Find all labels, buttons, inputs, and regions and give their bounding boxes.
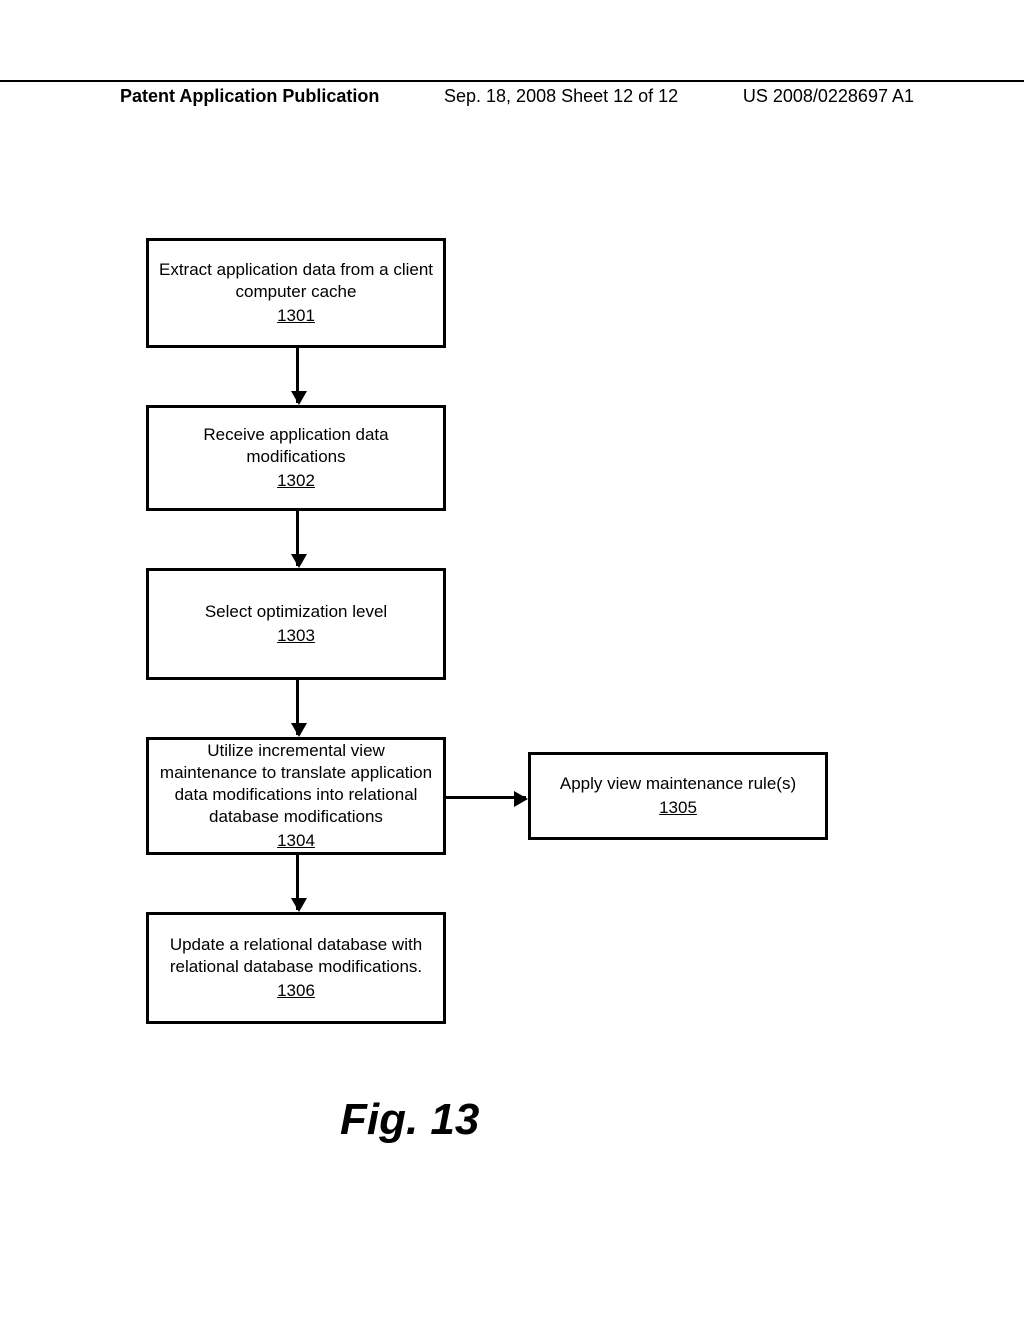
flow-box-text: Select optimization level xyxy=(205,601,387,623)
page-header: Patent Application Publication Sep. 18, … xyxy=(0,80,1024,107)
flow-box-extract: Extract application data from a client c… xyxy=(146,238,446,348)
header-left: Patent Application Publication xyxy=(120,86,379,107)
page: Patent Application Publication Sep. 18, … xyxy=(0,0,1024,1320)
header-mid: Sep. 18, 2008 Sheet 12 of 12 xyxy=(444,86,678,107)
flow-box-ref: 1306 xyxy=(277,980,315,1002)
figure-label: Fig. 13 xyxy=(340,1095,479,1145)
flow-box-select: Select optimization level 1303 xyxy=(146,568,446,680)
flow-box-text: Utilize incremental view maintenance to … xyxy=(157,740,435,828)
flow-box-ref: 1302 xyxy=(277,470,315,492)
header-right: US 2008/0228697 A1 xyxy=(743,86,914,107)
flow-box-text: Update a relational database with relati… xyxy=(157,934,435,978)
flow-box-receive: Receive application data modifications 1… xyxy=(146,405,446,511)
flow-box-ref: 1305 xyxy=(659,797,697,819)
header-row: Patent Application Publication Sep. 18, … xyxy=(0,82,1024,107)
flow-box-apply: Apply view maintenance rule(s) 1305 xyxy=(528,752,828,840)
arrow-down-icon xyxy=(296,855,299,910)
arrow-down-icon xyxy=(296,511,299,566)
arrow-down-icon xyxy=(296,348,299,403)
flow-box-text: Apply view maintenance rule(s) xyxy=(560,773,796,795)
flow-box-utilize: Utilize incremental view maintenance to … xyxy=(146,737,446,855)
flow-box-text: Extract application data from a client c… xyxy=(157,259,435,303)
flow-box-ref: 1304 xyxy=(277,830,315,852)
flow-box-text: Receive application data modifications xyxy=(157,424,435,468)
flow-box-ref: 1301 xyxy=(277,305,315,327)
flow-box-update: Update a relational database with relati… xyxy=(146,912,446,1024)
arrow-right-icon xyxy=(446,796,526,799)
arrow-down-icon xyxy=(296,680,299,735)
flow-box-ref: 1303 xyxy=(277,625,315,647)
